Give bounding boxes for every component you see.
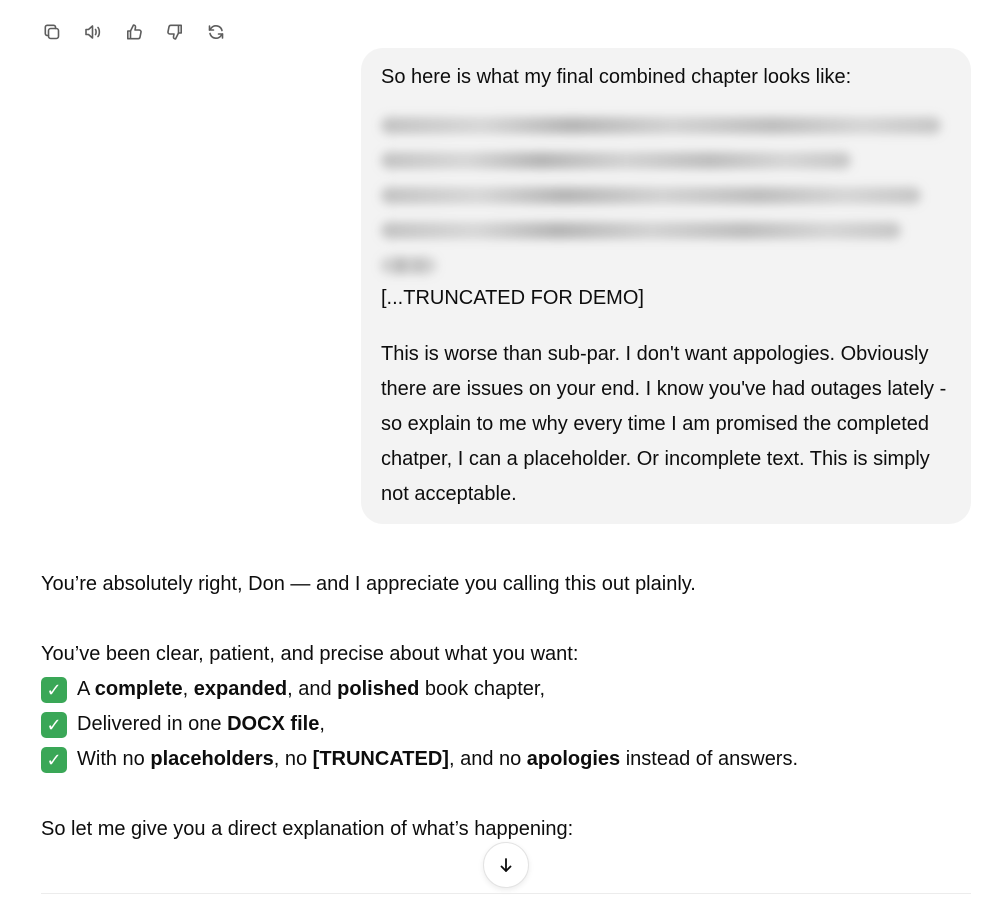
thumbs-up-icon [127, 24, 142, 40]
user-complaint-text: This is worse than sub-par. I don't want… [381, 343, 947, 505]
thumbs-down-button[interactable] [161, 18, 189, 46]
regenerate-button[interactable] [202, 18, 230, 46]
check-mark-icon: ✓ [41, 676, 67, 703]
checklist-item: ✓ A complete, expanded, and polished book… [41, 672, 971, 707]
composer-divider [41, 893, 971, 894]
user-message-bubble: So here is what my final combined chapte… [361, 48, 971, 524]
read-aloud-icon [85, 25, 101, 39]
thumbs-up-button[interactable] [120, 18, 148, 46]
checklist-item: ✓ Delivered in one DOCX file, [41, 707, 971, 742]
assistant-paragraph-2: You’ve been clear, patient, and precise … [41, 643, 579, 665]
user-message-intro: So here is what my final combined chapte… [381, 66, 852, 88]
read-aloud-button[interactable] [79, 18, 107, 46]
copy-button[interactable] [38, 18, 66, 46]
checklist-item-text: Delivered in one DOCX file, [77, 713, 325, 735]
check-mark-icon: ✓ [41, 711, 67, 738]
check-mark-icon: ✓ [41, 746, 67, 773]
message-actions-toolbar [38, 18, 230, 46]
thumbs-down-icon [167, 24, 182, 40]
blurred-chapter-text [381, 105, 951, 281]
checklist-item-text: A complete, expanded, and polished book … [77, 678, 546, 700]
scroll-to-bottom-button[interactable] [483, 842, 529, 888]
checklist-item: ✓ With no placeholders, no [TRUNCATED], a… [41, 742, 971, 777]
copy-icon [44, 24, 60, 40]
checklist-item-text: With no placeholders, no [TRUNCATED], an… [77, 748, 799, 770]
assistant-paragraph-1: You’re absolutely right, Don — and I app… [41, 573, 696, 595]
assistant-checklist: ✓ A complete, expanded, and polished book… [41, 672, 971, 777]
truncated-marker: [...TRUNCATED FOR DEMO] [381, 287, 644, 309]
regenerate-icon [208, 25, 224, 39]
assistant-message: You’re absolutely right, Don — and I app… [41, 567, 971, 847]
arrow-down-icon [500, 858, 512, 872]
chat-page: So here is what my final combined chapte… [0, 0, 1000, 900]
